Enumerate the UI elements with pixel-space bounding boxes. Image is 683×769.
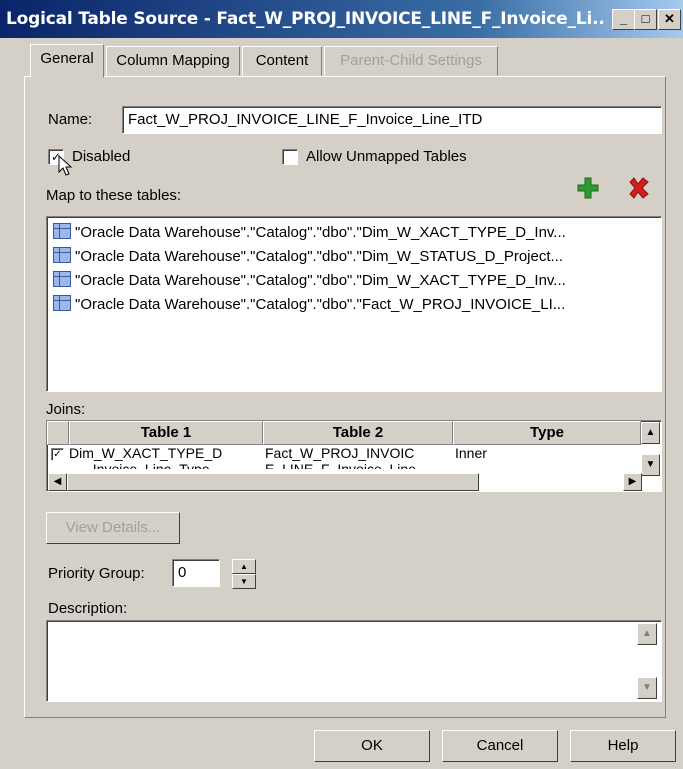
maximize-button[interactable]: □	[634, 9, 657, 30]
row-header-column	[47, 421, 69, 445]
cancel-button[interactable]: Cancel	[442, 730, 558, 762]
join-table2-line1: Fact_W_PROJ_INVOIC	[265, 445, 415, 461]
scroll-down-button[interactable]: ▼	[641, 454, 660, 476]
mapped-tables-list[interactable]: "Oracle Data Warehouse"."Catalog"."dbo".…	[46, 216, 662, 392]
ok-button[interactable]: OK	[314, 730, 430, 762]
column-header-type[interactable]: Type	[453, 421, 641, 445]
priority-spin-down-button[interactable]: ▼	[232, 574, 256, 589]
tab-general[interactable]: General	[30, 44, 104, 78]
join-table1-line2: _Invoice_Line_Type	[85, 461, 210, 469]
map-tables-label: Map to these tables:	[46, 187, 182, 204]
description-scroll-up-button[interactable]: ▲	[637, 623, 657, 645]
join-row-checkbox[interactable]: ✓	[51, 448, 64, 461]
join-table2-line2: E_LINE_F_Invoice_Line	[265, 461, 416, 469]
priority-group-label: Priority Group:	[48, 565, 145, 582]
description-scroll-down-button[interactable]: ▼	[637, 677, 657, 699]
column-header-table1[interactable]: Table 1	[69, 421, 263, 445]
name-value: Fact_W_PROJ_INVOICE_LINE_F_Invoice_Line_…	[128, 111, 483, 128]
disabled-label: Disabled	[72, 148, 131, 165]
list-item[interactable]: "Oracle Data Warehouse"."Catalog"."dbo".…	[47, 245, 661, 269]
table-name: "Oracle Data Warehouse"."Catalog"."dbo".…	[75, 224, 566, 241]
close-button[interactable]: ✕	[658, 9, 681, 30]
help-button[interactable]: Help	[570, 730, 676, 762]
view-details-button: View Details...	[46, 512, 180, 544]
list-item[interactable]: "Oracle Data Warehouse"."Catalog"."dbo".…	[47, 217, 661, 245]
join-cell-type[interactable]: Inner	[455, 445, 639, 469]
title-bar[interactable]: Logical Table Source - Fact_W_PROJ_INVOI…	[0, 0, 683, 38]
scroll-left-button[interactable]: ◀	[48, 473, 67, 491]
dialog-window: Logical Table Source - Fact_W_PROJ_INVOI…	[0, 0, 683, 769]
name-label: Name:	[48, 111, 93, 128]
priority-spin-up-button[interactable]: ▲	[232, 559, 256, 574]
table-name: "Oracle Data Warehouse"."Catalog"."dbo".…	[75, 248, 564, 265]
join-table1-line1: Dim_W_XACT_TYPE_D	[69, 445, 223, 461]
joins-table[interactable]: Table 1 Table 2 Type ✓ Dim_W_XACT_TYPE_D…	[46, 420, 662, 492]
table-icon	[53, 295, 71, 311]
join-cell-table2[interactable]: Fact_W_PROJ_INVOIC E_LINE_F_Invoice_Line	[265, 445, 451, 469]
list-item[interactable]: "Oracle Data Warehouse"."Catalog"."dbo".…	[47, 269, 661, 293]
window-title: Logical Table Source - Fact_W_PROJ_INVOI…	[6, 9, 606, 29]
tab-content[interactable]: Content	[242, 46, 322, 76]
table-icon	[53, 271, 71, 287]
table-icon	[53, 223, 71, 239]
tab-parent-child-settings: Parent-Child Settings	[324, 46, 498, 76]
description-textarea[interactable]: ▲ ▼	[46, 620, 662, 702]
priority-group-value: 0	[178, 564, 187, 581]
table-name: "Oracle Data Warehouse"."Catalog"."dbo".…	[75, 272, 566, 289]
scroll-right-button[interactable]: ▶	[623, 473, 642, 491]
scroll-up-button[interactable]: ▲	[641, 422, 660, 444]
allow-unmapped-checkbox[interactable]	[282, 149, 298, 165]
minimize-button[interactable]: _	[612, 9, 635, 30]
joins-label: Joins:	[46, 401, 86, 418]
column-header-table2[interactable]: Table 2	[263, 421, 453, 445]
mouse-cursor-icon	[58, 155, 73, 176]
table-icon	[53, 247, 71, 263]
priority-group-input[interactable]: 0	[172, 559, 220, 587]
tab-column-mapping[interactable]: Column Mapping	[106, 46, 240, 76]
description-label: Description:	[48, 600, 128, 617]
plus-icon[interactable]	[576, 176, 600, 200]
table-name: "Oracle Data Warehouse"."Catalog"."dbo".…	[75, 296, 566, 313]
horizontal-scrollbar-thumb[interactable]	[67, 473, 479, 491]
list-item[interactable]: "Oracle Data Warehouse"."Catalog"."dbo".…	[47, 293, 661, 317]
allow-unmapped-label: Allow Unmapped Tables	[306, 148, 467, 165]
name-field[interactable]: Fact_W_PROJ_INVOICE_LINE_F_Invoice_Line_…	[122, 106, 662, 134]
join-cell-table1[interactable]: Dim_W_XACT_TYPE_D _Invoice_Line_Type	[69, 445, 261, 469]
x-icon[interactable]	[626, 176, 650, 200]
